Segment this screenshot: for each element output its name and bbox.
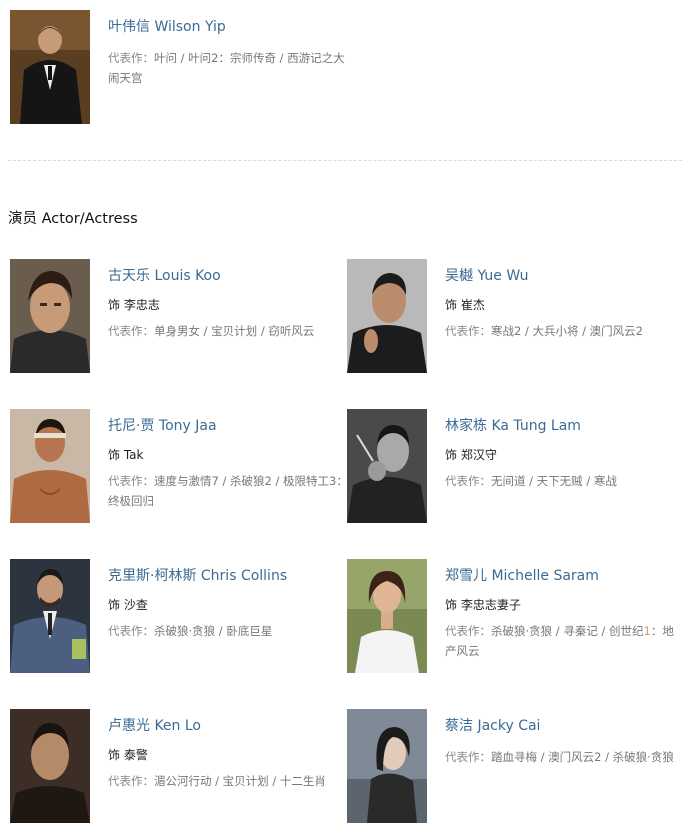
actor-works-label: 代表作： [108,774,154,788]
actor-works: 代表作：无间道 / 天下无贼 / 寒战 [445,471,685,491]
cast-section-title: 演员 Actor/Actress [8,211,138,227]
actor-works-label: 代表作： [445,624,491,638]
actor-name[interactable]: 古天乐 Louis Koo [108,267,348,285]
director-photo[interactable] [10,10,90,124]
actor-works-label: 代表作： [445,324,491,338]
actor-role: 饰 李忠志 [108,298,160,312]
director-name[interactable]: 叶伟信 Wilson Yip [108,18,348,36]
actor-works-label: 代表作： [108,474,154,488]
actor-photo-ken-lo[interactable] [10,709,90,823]
actor-photo-louis-koo-image [10,259,90,373]
actor-works-list: 寒战2 / 大兵小将 / 澳门风云2 [491,324,644,338]
actor-photo-michelle-saram[interactable] [347,559,427,673]
actor-role: 饰 崔杰 [445,298,485,312]
actor-works-label: 代表作： [445,474,491,488]
actor-photo-chris-collins-image [10,559,90,673]
actor-works: 代表作：寒战2 / 大兵小将 / 澳门风云2 [445,321,685,341]
actor-works-list: 单身男女 / 宝贝计划 / 窃听风云 [154,324,315,338]
actor-works: 代表作：单身男女 / 宝贝计划 / 窃听风云 [108,321,348,341]
actor-photo-ka-tung-lam[interactable] [347,409,427,523]
actor-name[interactable]: 蔡洁 Jacky Cai [445,717,685,735]
actor-role: 饰 泰警 [108,748,148,762]
actor-role: 饰 沙查 [108,598,148,612]
actor-works: 代表作：杀破狼·贪狼 / 卧底巨星 [108,621,348,641]
actor-works-list: 踏血寻梅 / 澳门风云2 / 杀破狼·贪狼 [491,750,674,764]
director-works: 代表作：叶问 / 叶问2：宗师传奇 / 西游记之大闹天宫 [108,48,348,88]
actor-works: 代表作：杀破狼·贪狼 / 寻秦记 / 创世纪1：地产风云 [445,621,685,661]
actor-photo-jacky-cai-image [347,709,427,823]
actor-role: 饰 郑汉守 [445,448,497,462]
director-photo-image [10,10,90,124]
actor-name[interactable]: 林家栋 Ka Tung Lam [445,417,685,435]
actor-photo-yue-wu-image [347,259,427,373]
actor-works-label: 代表作： [108,624,154,638]
actor-photo-ken-lo-image [10,709,90,823]
actor-name[interactable]: 卢惠光 Ken Lo [108,717,348,735]
actor-photo-chris-collins[interactable] [10,559,90,673]
actor-works-label: 代表作： [108,324,154,338]
actor-works: 代表作：踏血寻梅 / 澳门风云2 / 杀破狼·贪狼 [445,747,685,767]
actor-photo-jacky-cai[interactable] [347,709,427,823]
actor-role: 饰 李忠志妻子 [445,598,521,612]
actor-works: 代表作：速度与激情7 / 杀破狼2 / 极限特工3：终极回归 [108,471,348,511]
section-divider [8,160,682,161]
actor-photo-tony-jaa[interactable] [10,409,90,523]
actor-role: 饰 Tak [108,448,144,462]
director-works-label: 代表作： [108,51,154,65]
actor-photo-ka-tung-lam-image [347,409,427,523]
actor-name[interactable]: 克里斯·柯林斯 Chris Collins [108,567,348,585]
actor-works-list: 杀破狼·贪狼 / 卧底巨星 [154,624,273,638]
actor-photo-tony-jaa-image [10,409,90,523]
actor-photo-yue-wu[interactable] [347,259,427,373]
actor-photo-michelle-saram-image [347,559,427,673]
actor-works-list: 湄公河行动 / 宝贝计划 / 十二生肖 [154,774,326,788]
actor-name[interactable]: 吴樾 Yue Wu [445,267,685,285]
actor-works-list-part-a: 杀破狼·贪狼 / 寻秦记 / 创世纪 [491,624,644,638]
actor-works-list: 无间道 / 天下无贼 / 寒战 [491,474,617,488]
actor-works: 代表作：湄公河行动 / 宝贝计划 / 十二生肖 [108,771,348,791]
actor-name[interactable]: 托尼·贾 Tony Jaa [108,417,348,435]
actor-name[interactable]: 郑雪儿 Michelle Saram [445,567,685,585]
actor-photo-louis-koo[interactable] [10,259,90,373]
actor-works-label: 代表作： [445,750,491,764]
actor-works-highlight: 1 [643,624,651,638]
